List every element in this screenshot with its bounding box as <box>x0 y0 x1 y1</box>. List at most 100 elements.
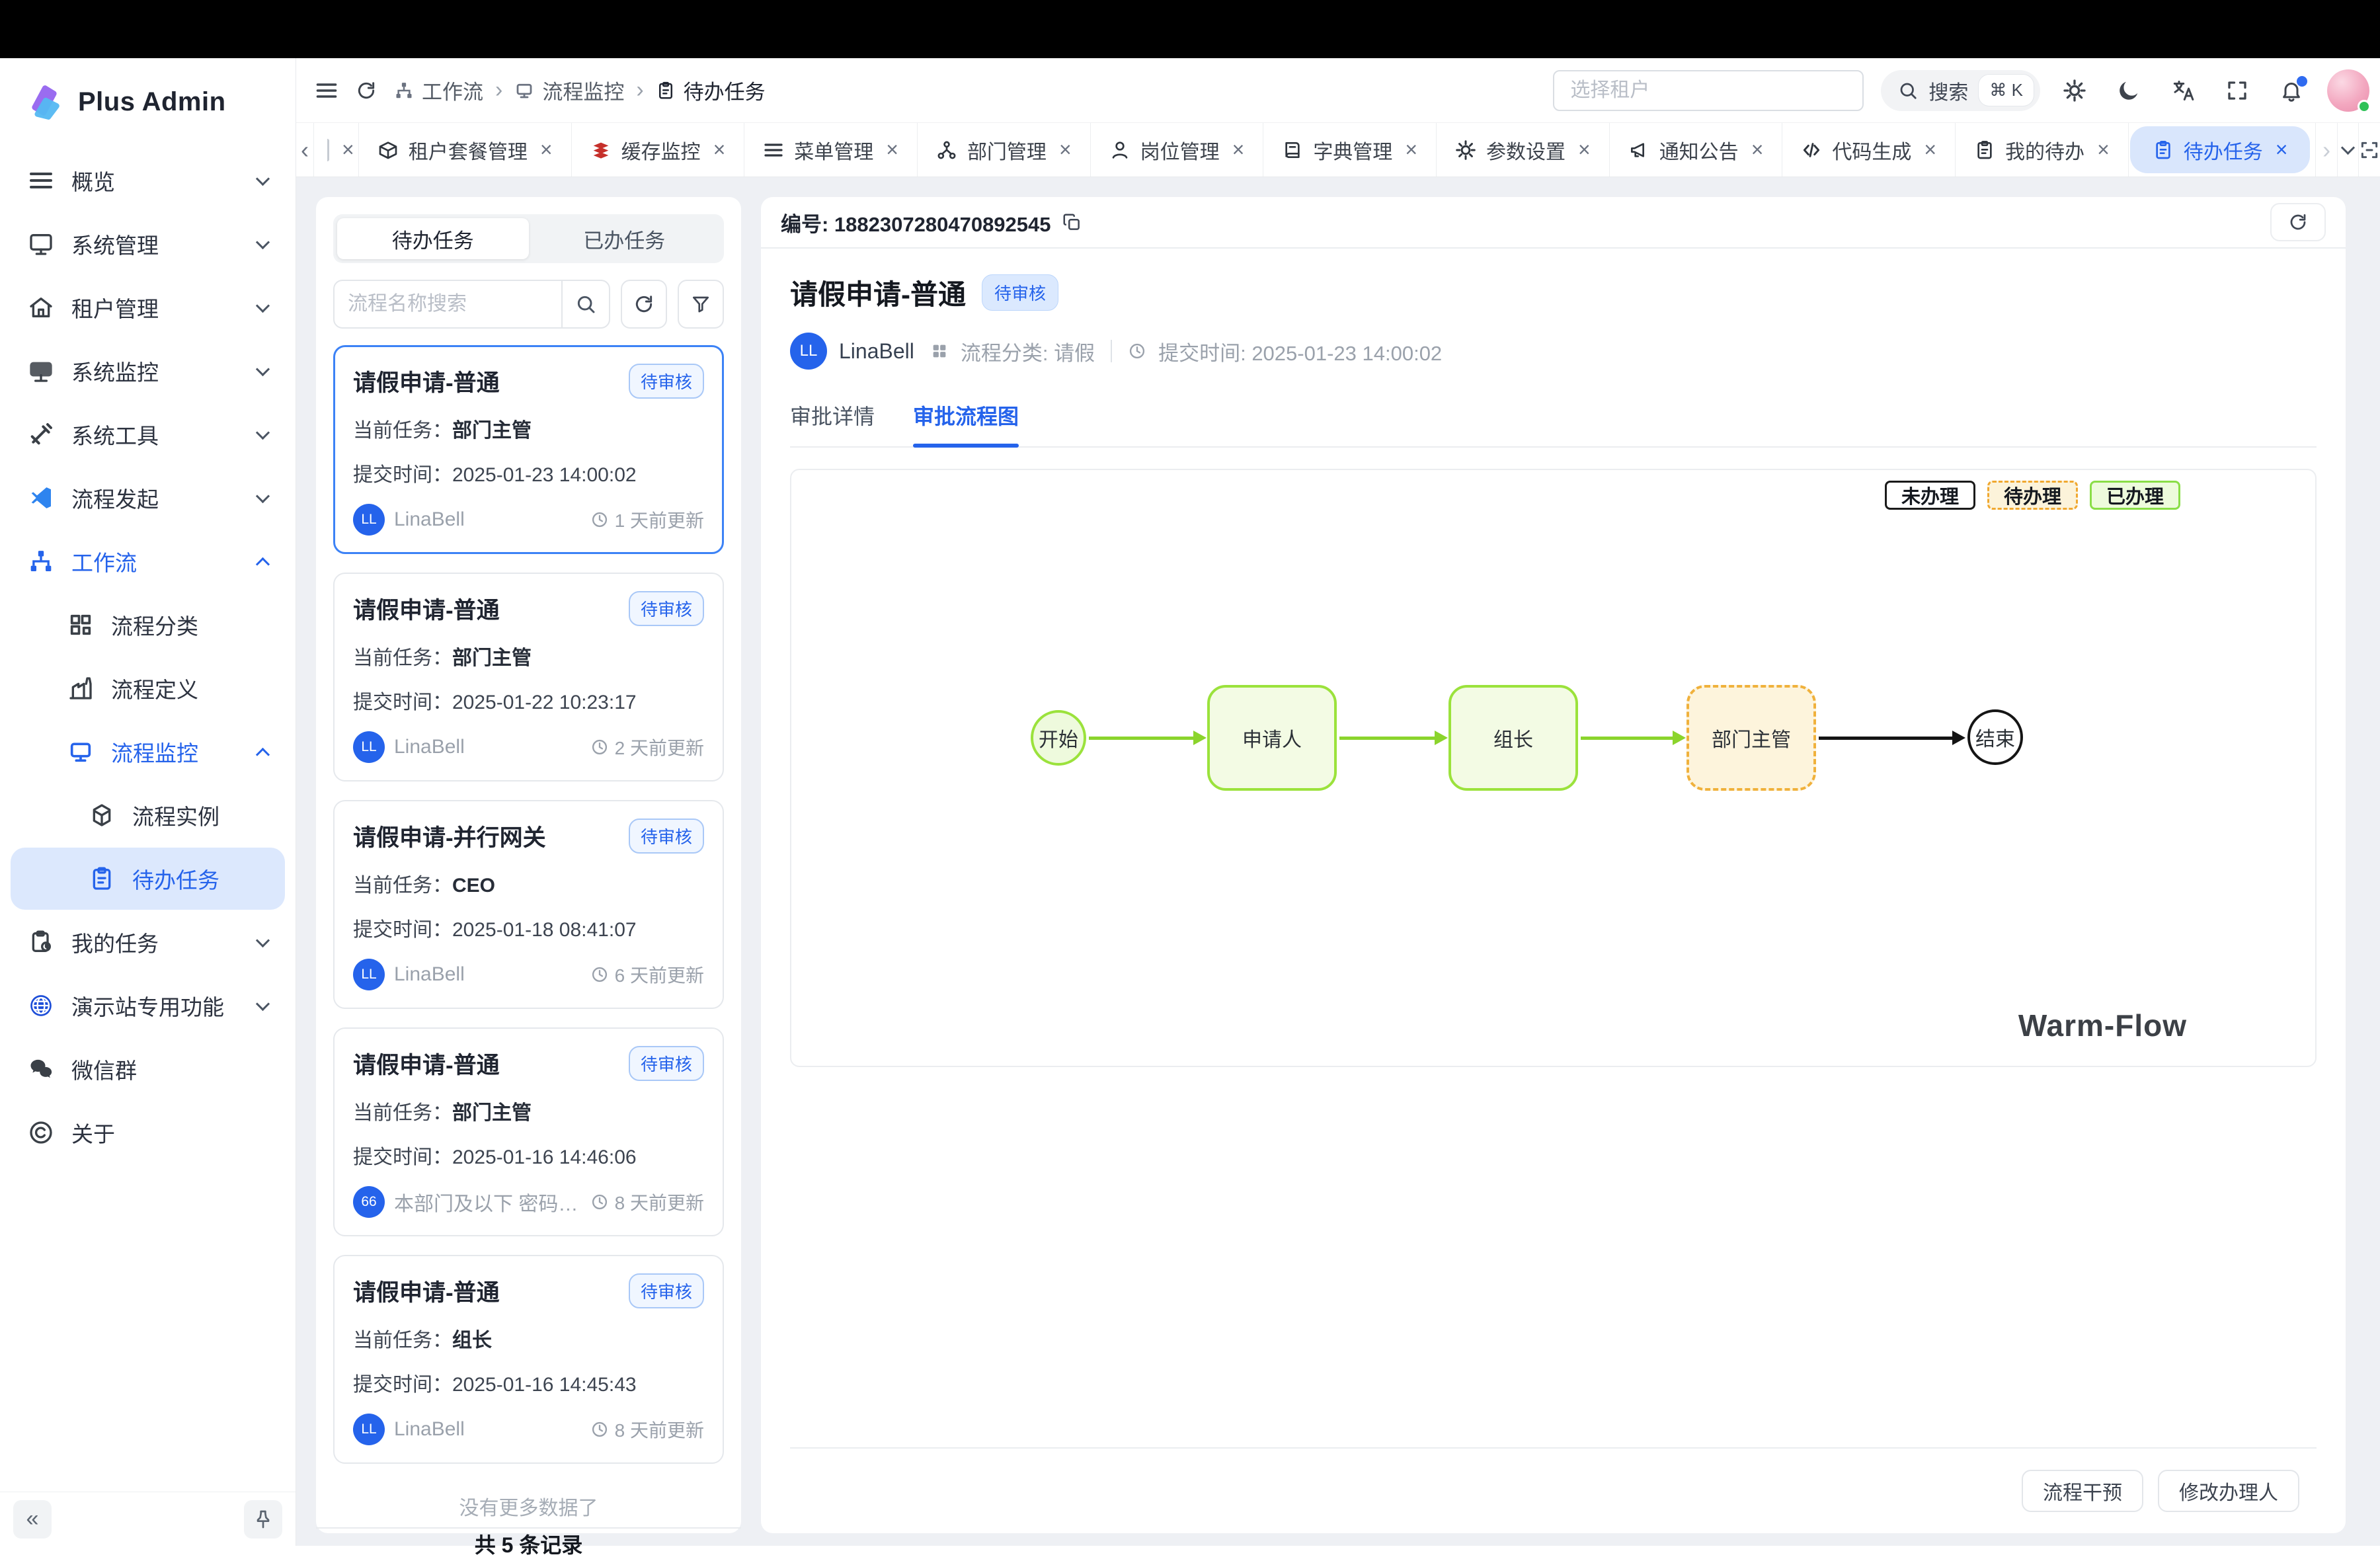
cube-icon <box>89 802 115 828</box>
page-tab[interactable]: 岗位管理 × <box>1091 123 1264 177</box>
sidebar-item[interactable]: 流程监控 <box>11 721 285 783</box>
submit-time-row: 提交时间：2025-01-23 14:00:02 <box>353 458 704 487</box>
task-card[interactable]: 请假申请-并行网关 待审核 当前任务：CEO 提交时间：2025-01-18 0… <box>333 800 724 1009</box>
close-icon[interactable]: × <box>1578 138 1591 162</box>
sidebar-item[interactable]: 流程分类 <box>11 594 285 656</box>
search-input[interactable] <box>335 293 561 315</box>
sidebar-item[interactable]: 租户管理 <box>11 276 285 339</box>
content-fullscreen-button[interactable] <box>2358 123 2380 177</box>
fullscreen-icon[interactable] <box>2225 79 2249 102</box>
sidebar-item[interactable]: 流程定义 <box>11 657 285 719</box>
sidebar-item[interactable]: 系统工具 <box>11 403 285 465</box>
sidebar-item[interactable]: 我的任务 <box>11 911 285 973</box>
pin-icon <box>253 1509 274 1530</box>
flow-node-applicant[interactable]: 申请人 <box>1207 685 1337 791</box>
page-tab[interactable]: 参数设置 × <box>1437 123 1610 177</box>
close-icon[interactable]: × <box>1059 138 1072 162</box>
page-tab[interactable]: 部门管理 × <box>918 123 1091 177</box>
tab-done-tasks[interactable]: 已办任务 <box>529 218 721 259</box>
sidebar-item[interactable]: 待办任务 <box>11 848 285 910</box>
task-card[interactable]: 请假申请-普通 待审核 当前任务：部门主管 提交时间：2025-01-22 10… <box>333 573 724 781</box>
notifications-bell-icon[interactable] <box>2280 79 2303 102</box>
tabs-scroll-left-button[interactable]: ‹ <box>296 123 314 177</box>
flow-node-team-leader[interactable]: 组长 <box>1448 685 1578 791</box>
home-icon <box>28 294 54 321</box>
close-icon[interactable]: × <box>713 138 726 162</box>
page-tab[interactable]: 字典管理 × <box>1263 123 1437 177</box>
flow-node-end[interactable]: 结束 <box>1967 709 2023 765</box>
sidebar-item[interactable]: 系统监控 <box>11 340 285 402</box>
page-tab[interactable]: 通知公告 × <box>1610 123 1783 177</box>
user-avatar[interactable] <box>2327 69 2369 112</box>
flow-node-start[interactable]: 开始 <box>1031 710 1086 766</box>
hamburger-menu-icon[interactable] <box>315 79 338 102</box>
task-card[interactable]: 请假申请-普通 待审核 当前任务：部门主管 提交时间：2025-01-16 14… <box>333 1027 724 1236</box>
settings-gear-icon[interactable] <box>2063 79 2086 102</box>
close-icon[interactable]: × <box>2097 138 2110 162</box>
sidebar-item[interactable]: 系统管理 <box>11 213 285 275</box>
search-submit-button[interactable] <box>561 281 609 327</box>
flowchart-canvas[interactable]: 未办理 待办理 已办理 开始 申请人 组长 部门主管 结束 War <box>790 469 2317 1067</box>
truncated-tab[interactable]: × <box>314 123 359 177</box>
task-card[interactable]: 请假申请-普通 待审核 当前任务：组长 提交时间：2025-01-16 14:4… <box>333 1255 724 1464</box>
status-badge: 待审核 <box>629 1046 704 1081</box>
breadcrumb-todo-tasks[interactable]: 待办任务 <box>656 75 766 105</box>
status-badge: 待审核 <box>629 364 704 399</box>
task-card[interactable]: 请假申请-普通 待审核 当前任务：部门主管 提交时间：2025-01-23 14… <box>333 345 724 554</box>
filter-button[interactable] <box>678 280 724 329</box>
global-search-button[interactable]: 搜索 ⌘ K <box>1881 70 2040 111</box>
collapse-sidebar-button[interactable]: « <box>13 1500 52 1539</box>
copy-icon[interactable] <box>1062 212 1082 232</box>
sidebar-item[interactable]: 工作流 <box>11 530 285 592</box>
tabs-scroll-right-button[interactable]: › <box>2315 123 2336 177</box>
close-icon[interactable]: × <box>1924 138 1936 162</box>
tenant-select-input[interactable] <box>1553 70 1864 111</box>
page-tabstrip: ‹ × 租户套餐管理 × 缓存监控 × <box>296 123 2380 177</box>
language-icon[interactable] <box>2171 79 2195 102</box>
tab-approval-detail[interactable]: 审批详情 <box>790 400 875 446</box>
refresh-page-icon[interactable] <box>356 80 377 101</box>
page-tab[interactable]: 待办任务 × <box>2130 126 2311 173</box>
task-title: 请假申请-普通 <box>353 364 500 398</box>
close-icon[interactable]: × <box>886 138 898 162</box>
menu-icon <box>763 140 784 161</box>
task-title: 请假申请-普通 <box>353 1274 500 1308</box>
close-icon[interactable]: × <box>1405 138 1417 162</box>
page-tab[interactable]: 代码生成 × <box>1782 123 1956 177</box>
process-title: 请假申请-普通 <box>790 272 966 313</box>
reset-button[interactable] <box>621 280 667 329</box>
change-assignee-button[interactable]: 修改办理人 <box>2158 1470 2299 1512</box>
copyright-icon <box>28 1119 54 1146</box>
tabs-dropdown-button[interactable] <box>2337 123 2358 177</box>
breadcrumb-process-monitor[interactable]: 流程监控 <box>514 75 624 105</box>
dark-mode-moon-icon[interactable] <box>2117 79 2141 102</box>
current-task-row: 当前任务：部门主管 <box>353 414 704 443</box>
chevron-icon <box>256 425 270 439</box>
close-icon[interactable]: × <box>540 138 553 162</box>
legend-pending: 待办理 <box>1987 481 2078 510</box>
close-icon[interactable]: × <box>2276 138 2288 162</box>
close-icon[interactable]: × <box>1232 138 1245 162</box>
page-tab[interactable]: 我的待办 × <box>1956 123 2129 177</box>
flow-node-dept-manager[interactable]: 部门主管 <box>1686 685 1816 791</box>
sidebar-item[interactable]: 概览 <box>11 149 285 212</box>
refresh-detail-button[interactable] <box>2270 203 2326 241</box>
sidebar-item[interactable]: 关于 <box>11 1101 285 1164</box>
tab-approval-flowchart[interactable]: 审批流程图 <box>913 400 1019 446</box>
status-badge: 待审核 <box>629 591 704 626</box>
breadcrumb-workflow[interactable]: 工作流 <box>394 75 483 105</box>
task-type-segmented-control: 待办任务 已办任务 <box>333 214 724 263</box>
close-icon[interactable]: × <box>1751 138 1764 162</box>
page-tab[interactable]: 菜单管理 × <box>744 123 918 177</box>
pin-sidebar-button[interactable] <box>244 1500 282 1539</box>
sidebar-item[interactable]: 微信群 <box>11 1038 285 1100</box>
sidebar-item[interactable]: 流程发起 <box>11 467 285 529</box>
process-intervene-button[interactable]: 流程干预 <box>2022 1470 2143 1512</box>
page-tab[interactable]: 缓存监控 × <box>572 123 745 177</box>
tab-todo-tasks[interactable]: 待办任务 <box>337 218 529 259</box>
page-tab[interactable]: 租户套餐管理 × <box>359 123 572 177</box>
close-icon[interactable]: × <box>342 138 354 162</box>
sidebar-item[interactable]: 演示站专用功能 <box>11 975 285 1037</box>
sidebar-item[interactable]: 流程实例 <box>11 784 285 846</box>
brand[interactable]: Plus Admin <box>0 58 296 145</box>
